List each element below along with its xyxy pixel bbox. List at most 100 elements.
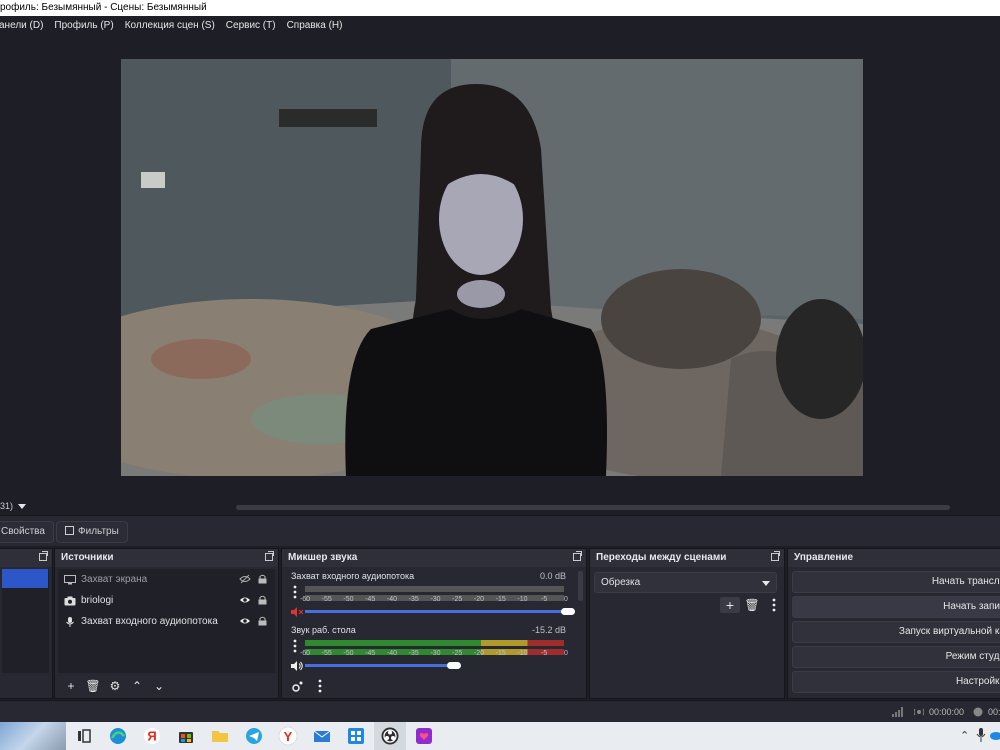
trash-icon[interactable]: 🗑 — [83, 678, 103, 694]
filters-label: Фильтры — [78, 526, 119, 537]
mixer-header: Микшер звука — [282, 549, 586, 567]
stream-icon — [914, 708, 924, 716]
source-name: Захват экрана — [81, 574, 148, 585]
add-icon[interactable]: + — [61, 678, 81, 694]
chevron-down-icon[interactable]: ⌄ — [149, 678, 169, 694]
edge-icon[interactable] — [108, 726, 128, 746]
scenes-dock — [0, 548, 53, 699]
trash-icon[interactable]: 🗑 — [742, 597, 762, 613]
chevron-down-icon[interactable] — [18, 504, 26, 509]
eye-icon[interactable] — [239, 616, 251, 626]
speaker-muted-icon[interactable] — [291, 607, 303, 617]
controls-header: Управление — [788, 549, 1000, 567]
taskbar-thumbnail[interactable] — [0, 722, 66, 750]
channel-db: 0.0 dB — [539, 571, 566, 581]
speaker-icon[interactable] — [291, 661, 303, 671]
microphone-icon[interactable] — [976, 728, 986, 742]
source-item[interactable]: Захват входного аудиопотока — [58, 611, 275, 632]
level-meter — [305, 640, 564, 646]
camera-icon — [64, 596, 76, 605]
menu-help[interactable]: Справка (H) — [287, 20, 343, 31]
mail-icon[interactable] — [312, 726, 332, 746]
app-heart-icon[interactable] — [414, 726, 434, 746]
folder-icon[interactable] — [210, 726, 230, 746]
transitions-title: Переходы между сценами — [596, 552, 727, 563]
taskbar: Я Y ⌃ — [0, 722, 1000, 750]
undock-icon[interactable] — [771, 551, 780, 561]
menu-docks[interactable]: анели (D) — [0, 20, 43, 31]
yandex-icon[interactable]: Y — [278, 726, 298, 746]
preview-scrollbar[interactable] — [236, 505, 950, 510]
filters-button[interactable]: Фильтры — [56, 521, 128, 543]
svg-text:Я: Я — [147, 729, 156, 744]
volume-slider-knob[interactable] — [447, 662, 461, 669]
lock-icon[interactable] — [258, 595, 267, 605]
transition-select[interactable]: Обрезка — [594, 572, 777, 593]
sources-title: Источники — [61, 552, 114, 563]
lock-icon[interactable] — [258, 616, 267, 626]
chevron-up-icon[interactable]: ⌃ — [127, 678, 147, 694]
apps-icon[interactable] — [346, 726, 366, 746]
stream-time: 00:00:00 — [929, 707, 965, 717]
source-item[interactable]: briologi — [58, 590, 275, 611]
undock-icon[interactable] — [39, 551, 48, 561]
mixer-toolbar — [282, 674, 586, 698]
eye-icon[interactable] — [239, 595, 251, 605]
yandex-browser-icon[interactable]: Я — [142, 726, 162, 746]
scenes-header — [0, 549, 52, 567]
properties-button[interactable]: Свойства — [0, 521, 54, 543]
advanced-audio-icon[interactable] — [288, 678, 308, 694]
menu-profile[interactable]: Профиль (P) — [54, 20, 113, 31]
menu-tools[interactable]: Сервис (T) — [226, 20, 276, 31]
volume-slider[interactable] — [305, 664, 453, 667]
monitor-icon — [64, 574, 76, 584]
telegram-icon[interactable] — [244, 726, 264, 746]
eye-hidden-icon[interactable] — [239, 574, 251, 584]
sources-header: Источники — [55, 549, 278, 567]
transition-selected: Обрезка — [601, 577, 641, 588]
chevron-up-icon[interactable]: ⌃ — [960, 729, 969, 742]
obs-icon[interactable] — [380, 726, 400, 746]
sources-toolbar: + 🗑 ⚙ ⌃ ⌄ — [55, 674, 278, 698]
store-icon[interactable] — [176, 726, 196, 746]
volume-slider[interactable] — [305, 610, 567, 613]
channel-name: Захват входного аудиопотока — [291, 571, 415, 581]
chevron-down-icon — [762, 581, 770, 586]
transitions-dock: Переходы между сценами Обрезка + 🗑 — [589, 548, 785, 699]
more-icon[interactable] — [293, 585, 297, 599]
start-streaming-button[interactable]: Начать трансля — [792, 571, 1000, 593]
mixer-channel: Захват входного аудиопотока 0.0 dB -60 -… — [285, 569, 575, 623]
settings-button[interactable]: Настройки — [792, 671, 1000, 693]
lock-icon[interactable] — [258, 574, 267, 584]
microphone-icon — [66, 616, 74, 627]
source-name: briologi — [81, 595, 114, 606]
level-meter — [305, 586, 564, 592]
studio-mode-button[interactable]: Режим студи — [792, 646, 1000, 668]
scene-item-selected[interactable] — [2, 569, 48, 588]
start-virtual-camera-button[interactable]: Запуск виртуальной ка — [792, 621, 1000, 643]
menu-scene-collection[interactable]: Коллекция сцен (S) — [125, 20, 215, 31]
cloud-icon[interactable] — [990, 728, 1000, 742]
more-icon[interactable] — [310, 678, 330, 694]
undock-icon[interactable] — [573, 551, 582, 561]
task-view-icon[interactable] — [74, 726, 94, 746]
wall-shelf — [279, 109, 377, 127]
start-recording-button[interactable]: Начать запис — [792, 596, 1000, 618]
svg-text:Y: Y — [284, 729, 293, 744]
record-time: 00: — [988, 707, 1000, 717]
add-icon[interactable]: + — [720, 597, 740, 613]
more-icon[interactable] — [293, 639, 297, 653]
volume-slider-knob[interactable] — [561, 608, 575, 615]
undock-icon[interactable] — [265, 551, 274, 561]
mixer-channel: Звук раб. стола -15.2 dB -60 -55 -50 -45… — [285, 623, 574, 677]
mixer-list: Захват входного аудиопотока 0.0 dB -60 -… — [285, 569, 575, 673]
scenes-list — [2, 569, 49, 673]
mixer-title: Микшер звука — [288, 552, 358, 563]
mixer-scrollbar[interactable] — [578, 571, 583, 601]
preview-canvas[interactable] — [121, 59, 863, 476]
gear-icon[interactable]: ⚙ — [105, 678, 125, 694]
window-title: рофиль: Безымянный - Сцены: Безымянный — [0, 0, 1000, 16]
preview-area — [0, 35, 1000, 500]
more-icon[interactable] — [764, 597, 784, 613]
source-item[interactable]: Захват экрана — [58, 569, 275, 590]
